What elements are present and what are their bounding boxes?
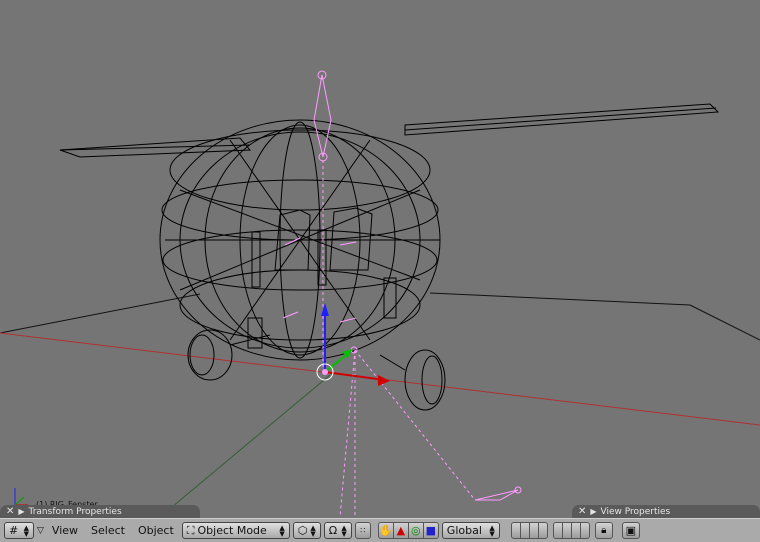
manipulator-group: ✋ ▲ ◎ ■ xyxy=(377,522,439,539)
axis-gizmo xyxy=(14,488,28,506)
close-icon[interactable]: ✕ xyxy=(6,505,14,519)
collapse-menus-icon[interactable]: ▽ xyxy=(37,526,44,536)
updown-icon: ▲ ▼ xyxy=(341,523,347,538)
mode-select[interactable]: ⛶ Object Mode ▲ ▼ xyxy=(181,522,290,539)
ground-edge xyxy=(689,304,760,341)
triangle-right-icon[interactable]: ▶ xyxy=(18,505,24,519)
dotted-grid-icon: ∷ xyxy=(360,526,366,535)
scale-button[interactable]: ■ xyxy=(422,522,439,539)
updown-icon: ▲ ▼ xyxy=(489,523,495,538)
translate-icon: ▲ xyxy=(396,524,406,537)
rotor-blade-right xyxy=(404,103,720,136)
editor-type-select[interactable]: # ▲ ▼ xyxy=(4,522,34,539)
updown-icon: ▲ ▼ xyxy=(279,523,285,538)
armature-bones xyxy=(282,70,522,517)
y-axis-line xyxy=(159,374,331,517)
3d-viewport[interactable]: (1) RIG_Fenster xyxy=(0,0,760,517)
ground-edge xyxy=(0,293,201,334)
mode-label: Object Mode xyxy=(197,524,267,537)
lock-button[interactable]: 🔒︎ xyxy=(594,522,613,539)
object-menu[interactable]: Object xyxy=(133,524,179,537)
triangle-right-icon[interactable]: ▶ xyxy=(590,505,596,519)
translate-button[interactable]: ▲ xyxy=(392,522,409,539)
layer-button[interactable] xyxy=(537,522,548,539)
ground-edge xyxy=(429,292,691,306)
draw-type-icon: ⬡ xyxy=(297,524,308,537)
render-button[interactable]: ▣ xyxy=(621,522,640,539)
close-icon[interactable]: ✕ xyxy=(578,505,586,519)
select-menu[interactable]: Select xyxy=(86,524,130,537)
viewport-header: # ▲ ▼ ▽ View Select Object ⛶ Object Mode … xyxy=(0,518,760,542)
hand-button[interactable]: ✋ xyxy=(377,522,394,539)
transform-manipulator[interactable] xyxy=(316,303,390,386)
rotor-blade-left-edge xyxy=(59,144,251,151)
hand-icon: ✋ xyxy=(378,524,393,537)
updown-icon: ▲ ▼ xyxy=(310,523,316,538)
orientation-select[interactable]: Global ▲ ▼ xyxy=(441,522,500,539)
lock-icon: 🔒︎ xyxy=(601,525,607,536)
rotate-button[interactable]: ◎ xyxy=(407,522,424,539)
viewport-scene xyxy=(0,70,760,517)
view-properties-title: View Properties xyxy=(600,507,671,517)
transform-properties-title: Transform Properties xyxy=(28,507,122,517)
layers-lock-button[interactable]: ∷ xyxy=(354,522,371,539)
pivot-icon: Ω xyxy=(328,524,338,537)
rotor-blade-right-edge xyxy=(404,107,717,131)
transform-properties-tab[interactable]: ✕ ▶ Transform Properties xyxy=(0,505,200,519)
grid-icon: # xyxy=(9,524,19,537)
view-menu[interactable]: View xyxy=(47,524,83,537)
layer-button[interactable] xyxy=(579,522,590,539)
updown-icon: ▲ ▼ xyxy=(23,523,29,538)
rotate-icon: ◎ xyxy=(410,524,421,537)
object-mode-icon: ⛶ xyxy=(186,523,195,537)
orientation-label: Global xyxy=(446,524,482,537)
layer-buttons-b xyxy=(552,522,590,539)
pivot-select[interactable]: Ω ▲ ▼ xyxy=(323,522,352,539)
draw-type-select[interactable]: ⬡ ▲ ▼ xyxy=(292,522,321,539)
scale-icon: ■ xyxy=(425,524,436,537)
render-icon: ▣ xyxy=(625,524,636,537)
layer-buttons-a xyxy=(510,522,548,539)
view-properties-tab[interactable]: ✕ ▶ View Properties xyxy=(572,505,760,519)
fuselage-wireframe xyxy=(159,119,441,361)
